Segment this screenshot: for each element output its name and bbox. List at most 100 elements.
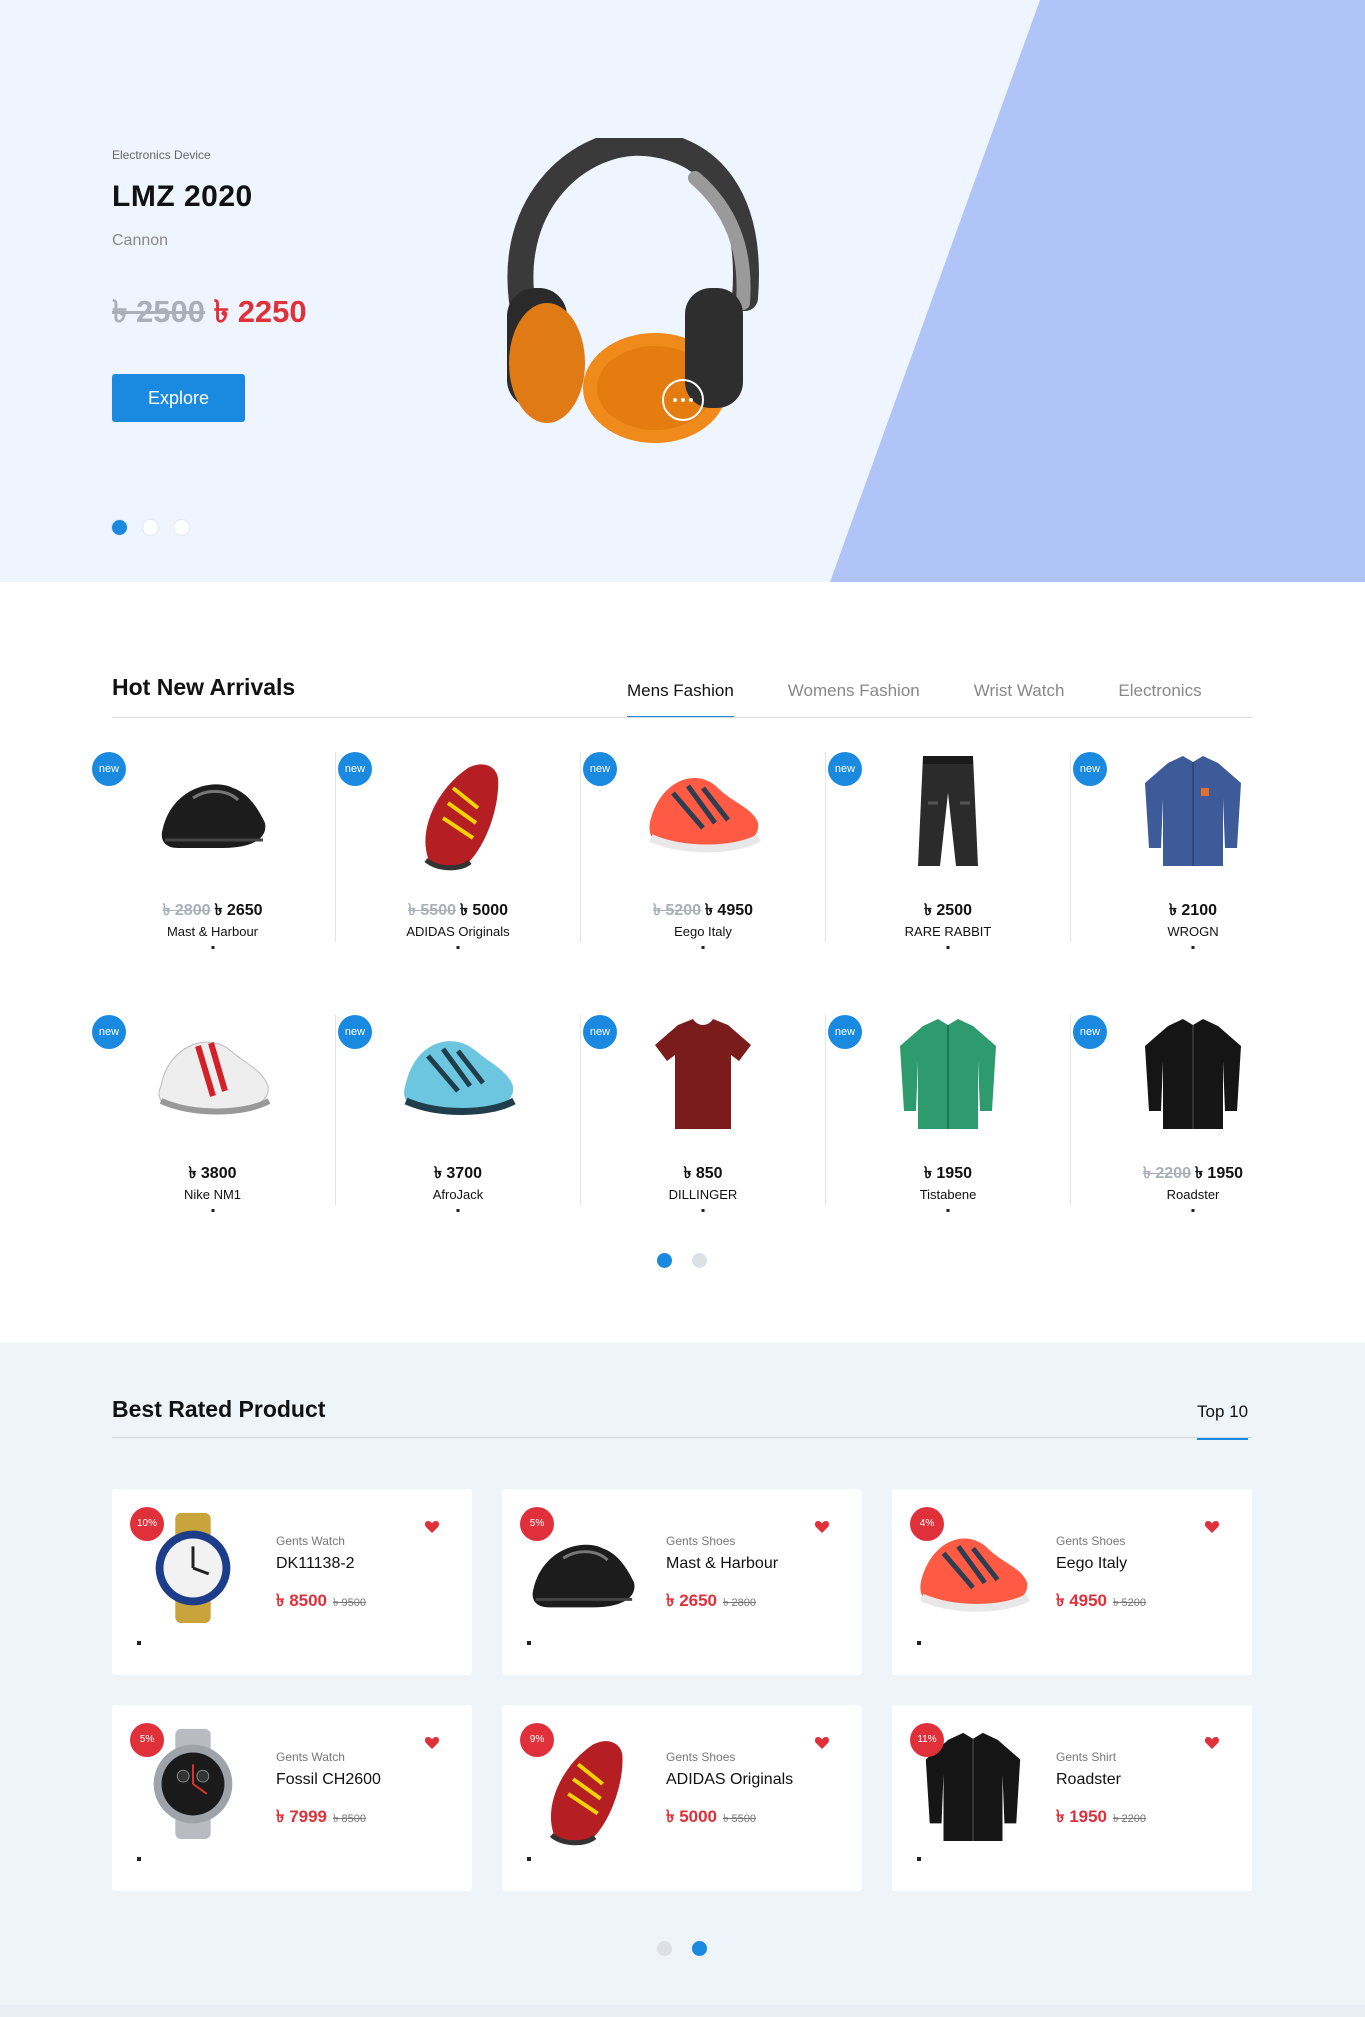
product-price-row: ৳ 5500 ৳ 5000 bbox=[336, 897, 580, 924]
arrivals-page-dot-2[interactable] bbox=[692, 1253, 707, 1268]
product-price-row: ৳ 2100 bbox=[1071, 897, 1315, 924]
product-name[interactable]: DK11138-2 bbox=[276, 1555, 355, 1573]
product-name[interactable]: AfroJack bbox=[336, 1187, 580, 1202]
product-name[interactable]: Eego Italy bbox=[1056, 1555, 1127, 1573]
product-card[interactable]: new ৳ 2200 ৳ 1950 Roadster bbox=[1070, 1015, 1315, 1212]
product-old-price: ৳ 8500 bbox=[333, 1813, 367, 1825]
product-name[interactable]: Mast & Harbour bbox=[90, 924, 335, 939]
product-price: ৳ 2650 bbox=[214, 902, 263, 919]
discount-badge: 5% bbox=[520, 1507, 554, 1541]
product-old-price: ৳ 5500 bbox=[407, 902, 456, 919]
product-price: ৳ 3800 bbox=[188, 1165, 237, 1182]
best-rated-card[interactable]: 10% Gents Watch DK11138-2 ৳ 8500 ৳ 9500 bbox=[112, 1489, 472, 1675]
product-name[interactable]: ADIDAS Originals bbox=[666, 1771, 793, 1789]
shirt-green-image[interactable] bbox=[888, 1011, 1008, 1135]
product-price: ৳ 1950 bbox=[1195, 1165, 1244, 1182]
best-page-dot-2[interactable] bbox=[692, 1941, 707, 1956]
arrivals-tabs: Mens Fashion Womens Fashion Wrist Watch … bbox=[627, 668, 1202, 718]
product-old-price: ৳ 2200 bbox=[1142, 1165, 1191, 1182]
product-category: Gents Shoes bbox=[666, 1750, 736, 1764]
best-rated-card[interactable]: 4% Gents Shoes Eego Italy ৳ 4950 ৳ 5200 bbox=[892, 1489, 1252, 1675]
product-card[interactable]: new ৳ 3800 Nike NM1 bbox=[90, 1015, 335, 1212]
discount-badge: 10% bbox=[130, 1507, 164, 1541]
best-rated-card[interactable]: 11% Gents Shirt Roadster ৳ 1950 ৳ 2200 bbox=[892, 1705, 1252, 1891]
product-price-row: ৳ 850 bbox=[581, 1160, 825, 1187]
best-rated-card[interactable]: 5% Gents Shoes Mast & Harbour ৳ 2650 ৳ 2800 bbox=[502, 1489, 862, 1675]
product-card[interactable]: new ৳ 2100 WROGN bbox=[1070, 752, 1315, 949]
hot-new-arrivals-title: Hot New Arrivals bbox=[112, 674, 296, 700]
product-name[interactable]: Mast & Harbour bbox=[666, 1555, 778, 1573]
tab-top-10[interactable]: Top 10 bbox=[1197, 1399, 1249, 1440]
best-page-dot-1[interactable] bbox=[657, 1941, 672, 1956]
hero-old-price: ৳ 2500 bbox=[112, 294, 206, 329]
best-rated-card[interactable]: 5% Gents Watch Fossil CH2600 ৳ 7999 ৳ 8500 bbox=[112, 1705, 472, 1891]
product-category: Gents Shoes bbox=[666, 1534, 736, 1548]
heart-icon[interactable] bbox=[424, 1519, 440, 1535]
product-card[interactable]: new ৳ 5200 ৳ 4950 Eego Italy bbox=[580, 752, 825, 949]
product-name[interactable]: Roadster bbox=[1071, 1187, 1315, 1202]
product-price-row: ৳ 5200 ৳ 4950 bbox=[581, 897, 825, 924]
heart-icon[interactable] bbox=[1204, 1519, 1220, 1535]
arrivals-page-dot-1[interactable] bbox=[657, 1253, 672, 1268]
new-badge: new bbox=[92, 752, 126, 786]
heart-icon[interactable] bbox=[424, 1735, 440, 1751]
new-badge: new bbox=[92, 1015, 126, 1049]
product-price-row: ৳ 1950 ৳ 2200 bbox=[1056, 1804, 1146, 1832]
product-name[interactable]: Roadster bbox=[1056, 1771, 1121, 1789]
product-marker bbox=[701, 1209, 705, 1212]
product-name[interactable]: RARE RABBIT bbox=[826, 924, 1070, 939]
product-card[interactable]: new ৳ 5500 ৳ 5000 ADIDAS Originals bbox=[335, 752, 580, 949]
product-name[interactable]: Fossil CH2600 bbox=[276, 1771, 381, 1789]
sneaker-coral-image[interactable] bbox=[643, 748, 763, 872]
product-name[interactable]: DILLINGER bbox=[581, 1187, 825, 1202]
product-name[interactable]: ADIDAS Originals bbox=[336, 924, 580, 939]
heart-icon[interactable] bbox=[814, 1519, 830, 1535]
tab-wrist-watch[interactable]: Wrist Watch bbox=[974, 668, 1065, 718]
card-marker bbox=[527, 1641, 531, 1645]
pants-black-image[interactable] bbox=[888, 748, 1008, 872]
heart-icon[interactable] bbox=[814, 1735, 830, 1751]
loafer-black-image[interactable] bbox=[153, 748, 273, 872]
product-name[interactable]: Nike NM1 bbox=[90, 1187, 335, 1202]
tab-mens-fashion[interactable]: Mens Fashion bbox=[627, 668, 734, 718]
sneaker-white-red-image[interactable] bbox=[153, 1011, 273, 1135]
hero-slide-dot-3[interactable] bbox=[174, 520, 189, 535]
shirt-blue-image[interactable] bbox=[1133, 748, 1253, 872]
product-card[interactable]: new ৳ 2500 RARE RABBIT bbox=[825, 752, 1070, 949]
product-name[interactable]: Eego Italy bbox=[581, 924, 825, 939]
arrivals-pagination bbox=[657, 1253, 707, 1268]
card-marker bbox=[527, 1857, 531, 1861]
product-name[interactable]: WROGN bbox=[1071, 924, 1315, 939]
tab-womens-fashion[interactable]: Womens Fashion bbox=[788, 668, 920, 718]
product-category: Gents Shirt bbox=[1056, 1750, 1117, 1764]
heart-icon[interactable] bbox=[1204, 1735, 1220, 1751]
tshirt-maroon-image[interactable] bbox=[643, 1011, 763, 1135]
product-category: Gents Watch bbox=[276, 1534, 345, 1548]
hero-slide-dot-2[interactable] bbox=[143, 520, 158, 535]
product-card[interactable]: new ৳ 850 DILLINGER bbox=[580, 1015, 825, 1212]
product-card[interactable]: new ৳ 1950 Tistabene bbox=[825, 1015, 1070, 1212]
product-price-row: ৳ 2800 ৳ 2650 bbox=[90, 897, 335, 924]
sneaker-blue-image[interactable] bbox=[398, 1011, 518, 1135]
product-old-price: ৳ 5200 bbox=[652, 902, 701, 919]
tab-electronics[interactable]: Electronics bbox=[1118, 668, 1201, 718]
hero-slide-dot-1[interactable] bbox=[112, 520, 127, 535]
product-card[interactable]: new ৳ 2800 ৳ 2650 Mast & Harbour bbox=[90, 752, 335, 949]
best-rated-card[interactable]: 9% Gents Shoes ADIDAS Originals ৳ 5000 ৳ 550… bbox=[502, 1705, 862, 1891]
footer-strip bbox=[0, 2005, 1365, 2017]
product-marker bbox=[946, 1209, 950, 1212]
card-marker bbox=[917, 1641, 921, 1645]
product-price: ৳ 8500 bbox=[276, 1591, 328, 1610]
shirt-black-image[interactable] bbox=[1133, 1011, 1253, 1135]
product-price: ৳ 1950 bbox=[1056, 1807, 1108, 1826]
product-card[interactable]: new ৳ 3700 AfroJack bbox=[335, 1015, 580, 1212]
product-marker bbox=[946, 946, 950, 949]
product-marker bbox=[1191, 1209, 1195, 1212]
hero-title: LMZ 2020 bbox=[112, 180, 253, 213]
best-rated-pagination bbox=[657, 1941, 707, 1956]
hero-slider-dots bbox=[112, 520, 189, 535]
explore-button[interactable]: Explore bbox=[112, 374, 245, 422]
product-name[interactable]: Tistabene bbox=[826, 1187, 1070, 1202]
card-marker bbox=[137, 1857, 141, 1861]
sneaker-red-yellow-image[interactable] bbox=[398, 748, 518, 872]
